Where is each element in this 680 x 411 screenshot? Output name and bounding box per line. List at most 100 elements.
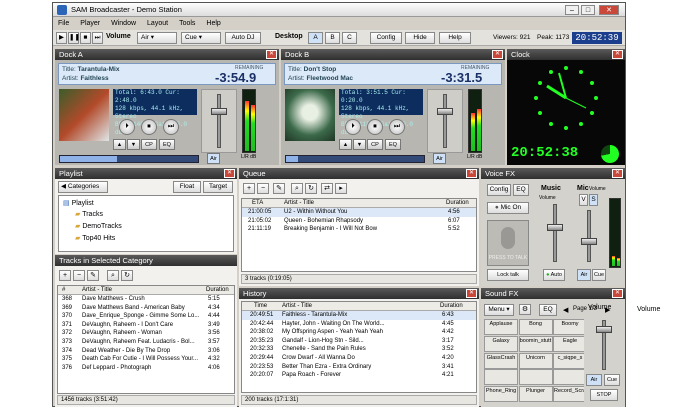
tree-item-tracks[interactable]: ▰ Tracks xyxy=(75,210,103,218)
sound-effect-button[interactable]: GlassCrash xyxy=(484,352,518,369)
pause-icon[interactable]: ❚❚ xyxy=(68,32,80,44)
play-icon[interactable]: ▶ xyxy=(56,32,67,44)
air-select[interactable]: Air ▾ xyxy=(137,32,177,44)
table-row[interactable]: 375 Death Cab For Cutie - I Will Possess … xyxy=(58,355,234,364)
hide-button[interactable]: Hide xyxy=(405,32,435,44)
deck-b-air-button[interactable]: Air xyxy=(433,153,446,164)
deck-b-next-button[interactable]: ⏭ xyxy=(389,119,405,135)
sound-effect-button[interactable]: Phone_Ring xyxy=(484,386,518,403)
cue-select[interactable]: Cue ▾ xyxy=(181,32,221,44)
help-button[interactable]: Help xyxy=(439,32,471,44)
col-artist-title[interactable]: Artist - Title xyxy=(82,286,112,295)
queue-play-next-icon[interactable]: ▸ xyxy=(335,183,347,194)
add-icon[interactable]: + xyxy=(59,270,71,281)
soundfx-close-icon[interactable]: ✕ xyxy=(612,289,623,298)
voicefx-cue-button[interactable]: Cue xyxy=(592,269,606,281)
menu-tools[interactable]: Tools xyxy=(179,20,195,27)
menu-player[interactable]: Player xyxy=(80,20,100,27)
playlist-close-icon[interactable]: ✕ xyxy=(224,169,235,178)
music-volume-fader[interactable] xyxy=(547,224,563,231)
table-row[interactable]: 368 Dave Matthews - Crush 5:15 xyxy=(58,295,234,304)
col-duration[interactable]: Duration xyxy=(440,302,463,311)
sound-effect-button[interactable]: c_siqpe_s xyxy=(553,352,587,369)
autodj-button[interactable]: Auto DJ xyxy=(225,32,261,44)
deck-a-eject-button[interactable]: ▲ xyxy=(113,139,126,150)
press-to-talk-button[interactable]: PRESS TO TALK xyxy=(487,220,529,266)
table-row[interactable]: 20:42:44 Hayter, John - Waiting On The Wo… xyxy=(242,320,476,329)
voicefx-air-button[interactable]: Air xyxy=(577,269,591,281)
soundfx-settings-icon[interactable]: ⚙ xyxy=(519,304,531,315)
queue-edit-icon[interactable]: ✎ xyxy=(273,183,285,194)
deck-a-cp-button[interactable]: CP xyxy=(141,139,157,150)
sound-effect-button[interactable]: Eagle xyxy=(553,335,587,352)
deck-b-eq-button[interactable]: EQ xyxy=(385,139,401,150)
sound-effect-button[interactable] xyxy=(484,369,518,386)
clock-close-icon[interactable]: ✕ xyxy=(612,50,623,59)
sound-effect-button[interactable]: Boomy xyxy=(553,319,587,335)
sound-effect-button[interactable]: Applause xyxy=(484,319,518,335)
mic-volume-fader[interactable] xyxy=(581,238,597,245)
col-duration[interactable]: Duration xyxy=(446,199,469,208)
target-button[interactable]: Target xyxy=(203,181,233,193)
soundfx-stop-button[interactable]: STOP xyxy=(590,389,618,401)
table-row[interactable]: 20:32:33 Chenelle - Sand the Pain Rules 3:… xyxy=(242,345,476,354)
queue-close-icon[interactable]: ✕ xyxy=(466,169,477,178)
maximize-button[interactable]: □ xyxy=(581,5,595,15)
voicefx-config-button[interactable]: Config xyxy=(487,184,511,196)
col-duration[interactable]: Duration xyxy=(206,286,229,295)
stop-icon[interactable]: ■ xyxy=(80,32,91,44)
deck-b-stop-button[interactable]: ⏹ xyxy=(367,119,383,135)
table-row[interactable]: 21:11:19 Breaking Benjamin - I Will Not B… xyxy=(242,225,476,234)
voicefx-eq-button[interactable]: EQ xyxy=(513,184,529,196)
menu-file[interactable]: File xyxy=(58,20,69,27)
table-row[interactable]: 369 Dave Matthews Band - American Baby 4:3… xyxy=(58,304,234,313)
soundfx-cue-button[interactable]: Cue xyxy=(604,374,620,386)
sound-effect-button[interactable]: Plunger xyxy=(518,386,553,403)
queue-search-icon[interactable]: ⌕ xyxy=(291,183,303,194)
sound-effect-button[interactable] xyxy=(553,369,587,386)
deck-b-volume-fader[interactable] xyxy=(437,108,453,115)
categories-button[interactable]: ◀ Categories xyxy=(58,181,108,193)
menu-window[interactable]: Window xyxy=(111,20,136,27)
table-row[interactable]: 20:29:44 Crow Dwarf - All Wanna Do 4:20 xyxy=(242,354,476,363)
menu-help[interactable]: Help xyxy=(206,20,220,27)
tree-item-playlist[interactable]: ▤ Playlist xyxy=(63,199,94,207)
soundfx-prev-icon[interactable]: ◀ xyxy=(563,306,568,314)
deck-a-volume-fader[interactable] xyxy=(211,108,227,115)
table-row[interactable]: 21:00:05 U2 - Within Without You 4:56 xyxy=(242,208,476,217)
table-row[interactable]: 20:23:53 Better Than Ezra - Extra Ordinar… xyxy=(242,363,476,372)
col-eta[interactable]: ETA xyxy=(252,199,263,208)
sound-effect-button[interactable] xyxy=(518,369,553,386)
sound-effect-button[interactable]: Unicorn xyxy=(518,352,553,369)
voicefx-close-icon[interactable]: ✕ xyxy=(612,169,623,178)
menu-layout[interactable]: Layout xyxy=(147,20,168,27)
desktop-a-button[interactable]: A xyxy=(308,32,323,44)
soundfx-menu-button[interactable]: Menu ▾ xyxy=(484,304,514,316)
deck-a-close-icon[interactable]: ✕ xyxy=(266,50,277,59)
tree-item-top40[interactable]: ▰ Top40 Hits xyxy=(75,234,115,242)
deck-a-air-button[interactable]: Air xyxy=(207,153,220,164)
col-time[interactable]: Time xyxy=(254,302,267,311)
history-close-icon[interactable]: ✕ xyxy=(466,289,477,298)
table-row[interactable]: 21:05:02 Queen - Bohemian Rhapsody 6:07 xyxy=(242,217,476,226)
queue-add-icon[interactable]: + xyxy=(243,183,255,194)
table-row[interactable]: 20:35:23 Gandalf - Lion-Hog Stn - Sild...… xyxy=(242,337,476,346)
deck-b-cp-button[interactable]: CP xyxy=(367,139,383,150)
lock-talk-button[interactable]: Lock talk xyxy=(487,269,529,281)
sound-effect-button[interactable]: boomin_stutt xyxy=(518,335,553,352)
table-row[interactable]: 373 DeVaughn, Raheem Feat. Ludacris - Bol… xyxy=(58,338,234,347)
table-row[interactable]: 374 Dead Weather - Die By The Drop 3:06 xyxy=(58,347,234,356)
minimize-button[interactable]: – xyxy=(565,5,579,15)
deck-a-down-button[interactable]: ▼ xyxy=(127,139,140,150)
next-icon[interactable]: ⏭ xyxy=(92,32,103,44)
tree-item-demotracks[interactable]: ▰ DemoTracks xyxy=(75,222,122,230)
deck-b-seek-bar[interactable] xyxy=(285,155,425,163)
mic-on-button[interactable]: ● Mic On xyxy=(487,202,529,214)
soundfx-eq-button[interactable]: EQ xyxy=(539,304,557,316)
deck-a-next-button[interactable]: ⏭ xyxy=(163,119,179,135)
deck-a-stop-button[interactable]: ⏹ xyxy=(141,119,157,135)
table-row[interactable]: 376 Def Leppard - Photograph 4:06 xyxy=(58,364,234,373)
refresh-icon[interactable]: ↻ xyxy=(121,270,133,281)
remove-icon[interactable]: − xyxy=(73,270,85,281)
col-artist-title[interactable]: Artist - Title xyxy=(282,302,312,311)
